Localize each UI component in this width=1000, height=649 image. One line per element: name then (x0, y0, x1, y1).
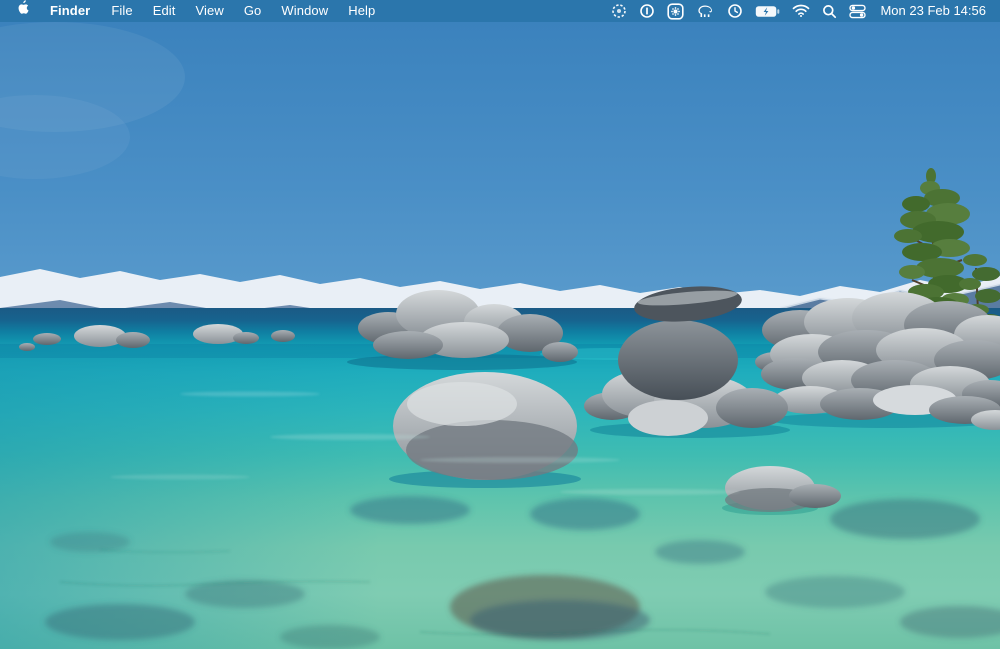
control-center-icon[interactable] (843, 0, 872, 22)
desktop[interactable] (0, 22, 1000, 649)
menu-item-view[interactable]: View (186, 0, 234, 22)
dotted-circle-icon[interactable] (605, 0, 633, 22)
gear-square-icon[interactable] (661, 0, 690, 22)
power-circle-icon[interactable] (633, 0, 661, 22)
sky (0, 22, 1000, 322)
apple-icon (16, 0, 29, 22)
right-shore-rocks (755, 292, 1000, 430)
elephant-icon[interactable] (690, 0, 721, 22)
menu-bar-left: Finder File Edit View Go Window Help (0, 0, 385, 22)
desktop-wallpaper (0, 22, 1000, 649)
battery-charging-icon[interactable] (749, 0, 786, 22)
menu-item-file[interactable]: File (101, 0, 142, 22)
macos-desktop-screen: Finder File Edit View Go Window Help (0, 0, 1000, 649)
menu-item-window[interactable]: Window (271, 0, 338, 22)
menu-item-help[interactable]: Help (338, 0, 385, 22)
menu-bar-clock[interactable]: Mon 23 Feb 14:56 (872, 0, 990, 22)
menu-item-edit[interactable]: Edit (143, 0, 186, 22)
apple-menu[interactable] (0, 0, 39, 22)
clock-icon[interactable] (721, 0, 749, 22)
menu-bar: Finder File Edit View Go Window Help (0, 0, 1000, 22)
menu-item-go[interactable]: Go (234, 0, 272, 22)
wifi-icon[interactable] (786, 0, 816, 22)
menu-item-finder[interactable]: Finder (39, 0, 101, 22)
menu-bar-right: Mon 23 Feb 14:56 (605, 0, 1000, 22)
spotlight-search-icon[interactable] (816, 0, 843, 22)
